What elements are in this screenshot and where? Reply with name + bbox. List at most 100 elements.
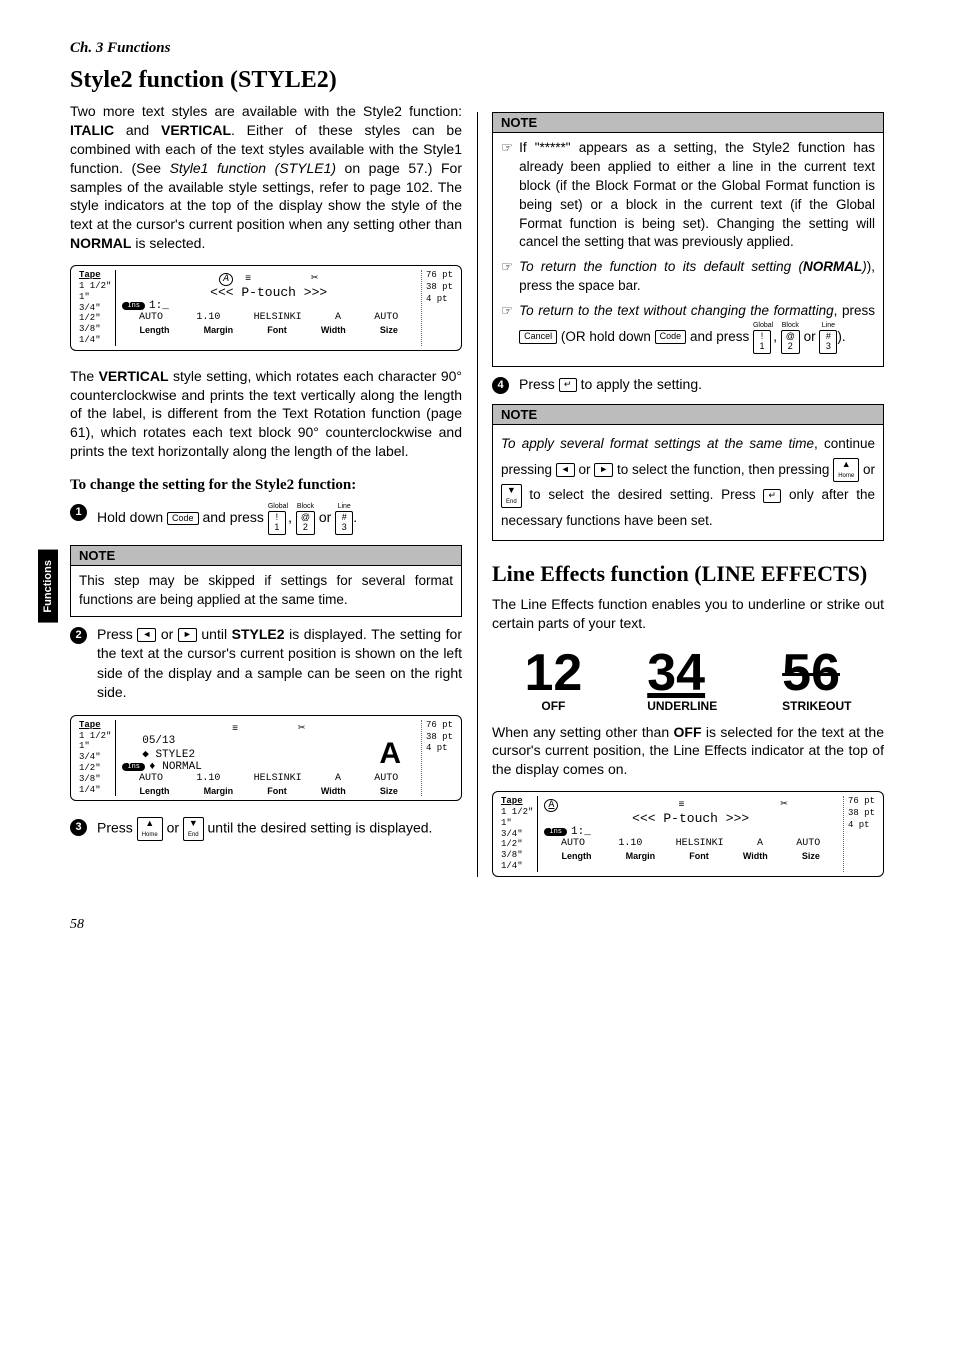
lbl: Width (743, 851, 768, 861)
enter-key: ↵ (763, 489, 781, 503)
val: HELSINKI (254, 312, 302, 323)
note-1: NOTE This step may be skipped if setting… (70, 545, 462, 617)
pt-scale: 76 pt 38 pt 4 pt (421, 720, 457, 796)
lcd-values: AUTO1.10HELSINKIAAUTO (544, 838, 837, 849)
text: Press (97, 626, 137, 642)
lcd-display-1: Tape 1 1/2" 1" 3/4" 1/2" 3/8" 1/4" A ≡ ✂… (70, 265, 462, 351)
lcd-text: <<< P-touch >>> (544, 811, 837, 826)
val: 1.10 (196, 312, 220, 323)
pt-scale: 76 pt 38 pt 4 pt (421, 270, 457, 346)
val: AUTO (374, 773, 398, 784)
key-2: @2 (296, 511, 315, 535)
text: The (70, 368, 99, 384)
tape-size: 1" (79, 741, 111, 752)
lbl: Length (561, 851, 591, 861)
text: or (804, 329, 820, 344)
text: If "*****" appears as a setting, the Sty… (519, 139, 875, 252)
key-1: !1 (268, 511, 286, 535)
lbl: Size (380, 325, 398, 335)
val: A (335, 312, 341, 323)
pt: 38 pt (848, 808, 875, 820)
line-effects-heading: Line Effects function (LINE EFFECTS) (492, 561, 884, 587)
step-number-1: 1 (70, 504, 87, 521)
text: Press (519, 376, 559, 392)
home-key: ▲Home (137, 817, 163, 841)
val: 1.10 (618, 838, 642, 849)
text: or (319, 509, 335, 525)
vertical-label: VERTICAL (161, 122, 231, 138)
style2-label: STYLE2 (232, 626, 285, 642)
tape-size: 1/2" (501, 839, 533, 850)
text: Hold down (97, 509, 167, 525)
ins-badge: Ins (122, 763, 145, 771)
note-bullet: ☞To return to the text without changing … (501, 302, 875, 353)
text: and press (686, 329, 753, 344)
left-key: ◄ (556, 463, 575, 477)
tape-size: 1" (79, 292, 111, 303)
side-tab: Functions (38, 550, 58, 623)
lbl: Margin (204, 325, 234, 335)
sample-preview: A (379, 737, 415, 771)
enter-key: ↵ (559, 378, 577, 392)
lbl: Font (267, 786, 287, 796)
demo-off: 12 (524, 643, 582, 703)
column-divider (477, 112, 478, 877)
note-title: NOTE (493, 113, 883, 133)
val: AUTO (139, 773, 163, 784)
end-key: ▼End (183, 817, 204, 841)
menu-value: ♦ NORMAL (149, 761, 202, 773)
pt: 38 pt (426, 282, 453, 294)
pt: 4 pt (848, 820, 875, 832)
text: and press (199, 509, 268, 525)
lbl: Length (139, 786, 169, 796)
pt: 38 pt (426, 732, 453, 744)
text: To apply several format settings at the … (501, 436, 814, 451)
note-title: NOTE (493, 405, 883, 425)
text: until (197, 626, 232, 642)
note-bullet: ☞If "*****" appears as a setting, the St… (501, 139, 875, 252)
text: or (575, 462, 595, 477)
tape-size: 3/8" (79, 774, 111, 785)
line-effects-demo: 12 OFF 34 UNDERLINE 56 STRIKEOUT (492, 643, 884, 713)
text: To return to the text without changing t… (519, 303, 834, 318)
code-key: Code (167, 512, 199, 526)
val: AUTO (561, 838, 585, 849)
change-setting-heading: To change the setting for the Style2 fun… (70, 477, 462, 494)
note-2: NOTE ☞If "*****" appears as a setting, t… (492, 112, 884, 367)
tape-size: 3/4" (79, 752, 111, 763)
code-key: Code (655, 330, 687, 344)
text: to apply the setting. (577, 376, 702, 392)
pt: 4 pt (426, 294, 453, 306)
step-4: 4 Press ↵ to apply the setting. (492, 375, 884, 395)
tape-size: 1/4" (501, 861, 533, 872)
note-bullet: ☞To return the function to its default s… (501, 258, 875, 296)
hand-icon: ☞ (501, 139, 513, 252)
text: or (859, 462, 875, 477)
vertical-label: VERTICAL (99, 368, 169, 384)
demo-strikeout-label: STRIKEOUT (782, 699, 851, 713)
text: When any setting other than (492, 724, 674, 740)
tape-size: 1 1/2" (79, 281, 111, 292)
right-key: ► (178, 628, 197, 642)
lcd-labels: LengthMarginFontWidthSize (544, 851, 837, 861)
step-3: 3 Press ▲Home or ▼End until the desired … (70, 817, 462, 841)
cursor-line: 1:_ (571, 826, 591, 838)
lcd-values: AUTO1.10HELSINKIAAUTO (122, 312, 415, 323)
lcd-labels: LengthMarginFontWidthSize (122, 786, 415, 796)
val: A (757, 838, 763, 849)
lbl: Font (267, 325, 287, 335)
lbl: Margin (626, 851, 656, 861)
home-key: ▲Home (833, 458, 859, 482)
key-3: #3 (335, 511, 353, 535)
val: HELSINKI (676, 838, 724, 849)
lbl: Margin (204, 786, 234, 796)
text: or (163, 819, 183, 835)
ins-badge: Ins (544, 828, 567, 836)
tape-scale: Tape 1 1/2" 1" 3/4" 1/2" 3/8" 1/4" (75, 270, 116, 346)
tape-scale: Tape 1 1/2" 1" 3/4" 1/2" 3/8" 1/4" (75, 720, 116, 796)
normal-label: NORMAL (70, 235, 131, 251)
lbl: Width (321, 325, 346, 335)
val: AUTO (374, 312, 398, 323)
tape-size: 1/4" (79, 785, 111, 796)
lbl: Length (139, 325, 169, 335)
